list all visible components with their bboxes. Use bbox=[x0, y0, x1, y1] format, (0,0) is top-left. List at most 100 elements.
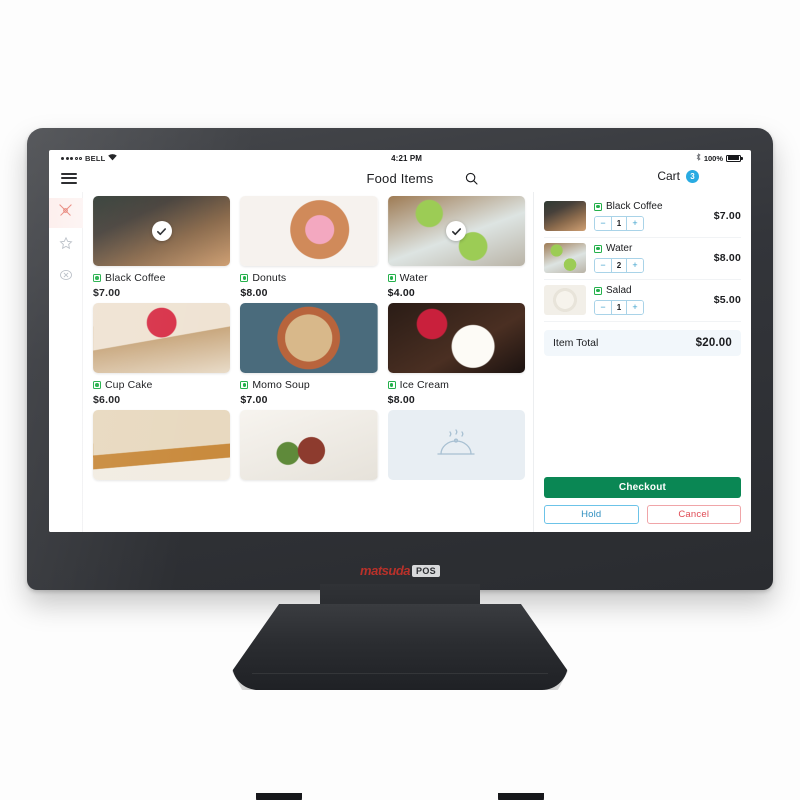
status-bar: BELL 4:21 PM 100% bbox=[49, 150, 751, 164]
food-label: Donuts bbox=[252, 272, 287, 284]
veg-indicator-icon bbox=[93, 381, 101, 389]
food-price: $7.00 bbox=[93, 287, 121, 299]
cancel-button[interactable]: Cancel bbox=[646, 505, 741, 524]
cart-label: Cart bbox=[657, 169, 680, 183]
food-name-row: Donuts bbox=[240, 272, 377, 284]
check-icon bbox=[451, 227, 461, 235]
decrement-button[interactable]: − bbox=[595, 217, 611, 230]
food-thumbnail bbox=[93, 196, 231, 266]
cart-item-price: $8.00 bbox=[713, 252, 741, 264]
device-branding: matsuda POS bbox=[27, 563, 773, 578]
food-thumbnail bbox=[93, 303, 231, 373]
search-icon[interactable] bbox=[460, 167, 482, 189]
food-name-row: Black Coffee bbox=[93, 272, 230, 284]
cart-item-details: Water − 2 + bbox=[594, 243, 706, 273]
cart-item-name-row: Water bbox=[594, 243, 706, 254]
item-total-row: Item Total $20.00 bbox=[544, 330, 741, 356]
status-bar-left: BELL bbox=[61, 153, 118, 163]
food-price: $8.00 bbox=[240, 287, 268, 299]
food-tile[interactable]: Ice Cream $8.00 bbox=[387, 303, 525, 410]
cart-item-price: $5.00 bbox=[713, 294, 741, 306]
food-label: Water bbox=[399, 272, 428, 284]
food-name-row: Ice Cream bbox=[387, 379, 525, 391]
food-tile[interactable] bbox=[93, 410, 231, 484]
page-title: Food Items bbox=[366, 170, 434, 186]
veg-indicator-icon bbox=[594, 244, 602, 253]
app-body: Black Coffee $7.00 Donuts $8.00 Water $4… bbox=[49, 192, 751, 532]
cart-items-list: Black Coffee − 1 + $7.00 Water − 2 + $8.… bbox=[544, 196, 741, 322]
star-icon bbox=[58, 236, 73, 255]
increment-button[interactable]: + bbox=[627, 217, 643, 230]
food-label: Cup Cake bbox=[105, 379, 153, 391]
cart-actions: Checkout Hold Cancel bbox=[544, 477, 741, 524]
monitor-stand-base bbox=[232, 604, 568, 690]
signal-strength-icon bbox=[61, 156, 82, 160]
sidebar-item-cutlery[interactable] bbox=[49, 198, 83, 228]
placeholder-cloche-icon bbox=[387, 410, 525, 480]
stand-foot-left bbox=[256, 793, 302, 800]
increment-button[interactable]: + bbox=[627, 259, 643, 272]
cart-item-thumbnail bbox=[544, 201, 586, 231]
food-tile[interactable]: Donuts $8.00 bbox=[240, 196, 378, 303]
veg-indicator-icon bbox=[594, 202, 602, 211]
sidebar-item-favorites[interactable] bbox=[49, 230, 83, 260]
checkout-button[interactable]: Checkout bbox=[544, 477, 741, 498]
quantity-value: 1 bbox=[611, 301, 627, 314]
food-thumbnail bbox=[240, 303, 378, 373]
food-price: $6.00 bbox=[93, 394, 121, 406]
cart-count-badge: 3 bbox=[686, 169, 699, 183]
food-price: $7.00 bbox=[240, 394, 268, 406]
item-total-value: $20.00 bbox=[695, 337, 732, 349]
bluetooth-icon bbox=[696, 153, 701, 163]
quantity-stepper[interactable]: − 1 + bbox=[594, 300, 644, 315]
cart-item-label: Black Coffee bbox=[606, 201, 663, 212]
quantity-stepper[interactable]: − 1 + bbox=[594, 216, 644, 231]
badge-icon bbox=[59, 268, 73, 287]
sidebar-item-offers[interactable] bbox=[49, 262, 83, 292]
carrier-label: BELL bbox=[85, 153, 106, 163]
cart-item-label: Salad bbox=[606, 285, 632, 296]
food-tile[interactable]: Cup Cake $6.00 bbox=[93, 303, 231, 410]
hamburger-menu-icon[interactable] bbox=[61, 170, 77, 186]
pos-monitor: BELL 4:21 PM 100% Food Items Cart 3 Blac… bbox=[27, 128, 773, 590]
food-name-row: Water bbox=[387, 272, 525, 284]
cart-header[interactable]: Cart 3 bbox=[657, 169, 699, 183]
cart-item-row: Salad − 1 + $5.00 bbox=[544, 280, 741, 322]
food-label: Black Coffee bbox=[105, 272, 166, 284]
cart-panel: Black Coffee − 1 + $7.00 Water − 2 + $8.… bbox=[533, 192, 751, 532]
secondary-actions: Hold Cancel bbox=[544, 505, 741, 524]
food-thumbnail bbox=[240, 410, 378, 480]
veg-indicator-icon bbox=[387, 381, 396, 389]
food-tile[interactable] bbox=[240, 410, 378, 484]
screenshot-scene: BELL 4:21 PM 100% Food Items Cart 3 Blac… bbox=[0, 0, 800, 800]
quantity-stepper[interactable]: − 2 + bbox=[594, 258, 644, 273]
increment-button[interactable]: + bbox=[627, 301, 643, 314]
quantity-value: 2 bbox=[611, 259, 627, 272]
hold-button[interactable]: Hold bbox=[544, 505, 639, 524]
decrement-button[interactable]: − bbox=[595, 301, 611, 314]
cutlery-icon bbox=[58, 203, 73, 223]
cart-item-details: Salad − 1 + bbox=[594, 285, 706, 315]
food-tile[interactable]: Black Coffee $7.00 bbox=[93, 196, 231, 303]
food-thumbnail bbox=[387, 303, 525, 373]
cart-item-thumbnail bbox=[544, 243, 586, 273]
battery-icon bbox=[726, 154, 743, 162]
quantity-value: 1 bbox=[611, 217, 627, 230]
cart-item-name-row: Salad bbox=[594, 285, 706, 296]
food-tile-placeholder[interactable] bbox=[387, 410, 525, 484]
food-tile[interactable]: Water $4.00 bbox=[387, 196, 525, 303]
food-grid: Black Coffee $7.00 Donuts $8.00 Water $4… bbox=[93, 196, 525, 484]
cart-item-price: $7.00 bbox=[713, 210, 741, 222]
brand-name: matsuda bbox=[360, 563, 411, 578]
food-grid-area: Black Coffee $7.00 Donuts $8.00 Water $4… bbox=[83, 192, 533, 532]
food-label: Momo Soup bbox=[252, 379, 310, 391]
food-tile[interactable]: Momo Soup $7.00 bbox=[240, 303, 378, 410]
status-bar-time: 4:21 PM bbox=[391, 153, 423, 163]
check-icon bbox=[157, 227, 167, 235]
food-thumbnail bbox=[93, 410, 231, 480]
veg-indicator-icon bbox=[240, 274, 249, 282]
decrement-button[interactable]: − bbox=[595, 259, 611, 272]
food-name-row: Momo Soup bbox=[240, 379, 377, 391]
veg-indicator-icon bbox=[594, 286, 602, 295]
cart-item-name-row: Black Coffee bbox=[594, 201, 706, 212]
